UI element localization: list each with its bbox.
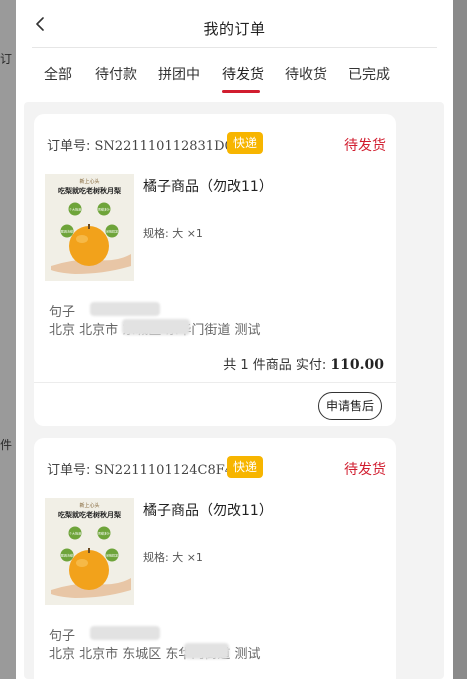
- tab-all[interactable]: 全部: [44, 64, 72, 84]
- image-tag-text: 脆爽清甜: [61, 229, 73, 234]
- image-banner-text: 新上心头: [79, 178, 99, 185]
- image-tag-text: 采摘鲜发: [106, 229, 118, 234]
- tab-pending-payment[interactable]: 待付款: [95, 64, 137, 84]
- order-list: 订单号: SN221110112831D02B 快递 待发货 新上心头 吃梨就吃…: [24, 102, 444, 679]
- apply-after-sales-button[interactable]: 申请售后: [317, 392, 382, 420]
- active-tab-indicator: [222, 90, 260, 93]
- orders-page: 我的订单 全部 待付款 拼团中 待发货 待收货 已完成 订单号: SN22111…: [16, 0, 453, 679]
- background-text-fragment: 件: [0, 438, 13, 452]
- order-summary: 共 1 件商品 实付: 110.00: [223, 354, 384, 373]
- order-number-row: 订单号: SN2211101124C8F420: [47, 459, 250, 478]
- image-tag-text: 脆爽清甜: [61, 553, 73, 558]
- navigation-bar: 我的订单: [16, 0, 453, 48]
- product-name: 橘子商品（勿改11）: [143, 503, 273, 519]
- redacted-phone: [90, 302, 160, 316]
- order-status: 待发货: [344, 138, 386, 154]
- order-summary-text: 共 1 件商品 实付:: [223, 358, 327, 373]
- image-title-text: 吃梨就吃老树秋月梨: [58, 510, 122, 519]
- order-status: 待发货: [344, 462, 386, 478]
- background-text-fragment: 订: [0, 52, 13, 66]
- delivery-badge: 快递: [227, 132, 264, 154]
- product-image[interactable]: 新上心头 吃梨就吃老树秋月梨 个大饱满 香甜多汁 脆爽清甜 采摘鲜发: [45, 174, 134, 281]
- product-image-graphic: 新上心头 吃梨就吃老树秋月梨 个大饱满 香甜多汁 脆爽清甜 采摘鲜发: [45, 498, 134, 605]
- order-number-label: 订单号:: [47, 139, 91, 154]
- image-tag-text: 香甜多汁: [98, 531, 110, 536]
- product-spec: 规格: 大 ×1: [143, 227, 203, 240]
- redacted-address-part: [122, 319, 190, 335]
- image-title-text: 吃梨就吃老树秋月梨: [58, 186, 122, 195]
- product-image-graphic: 新上心头 吃梨就吃老树秋月梨 个大饱满 香甜多汁 脆爽清甜 采摘鲜发: [45, 174, 134, 281]
- order-card[interactable]: 订单号: SN2211101124C8F420 快递 待发货 新上心头 吃梨就吃…: [34, 438, 396, 679]
- product-name: 橘子商品（勿改11）: [143, 179, 273, 195]
- tab-group-buying[interactable]: 拼团中: [158, 64, 200, 84]
- page-title: 我的订单: [203, 20, 266, 38]
- order-number-row: 订单号: SN221110112831D02B: [47, 135, 251, 154]
- image-banner-text: 新上心头: [79, 502, 99, 509]
- redacted-phone: [90, 626, 160, 640]
- image-tag-text: 采摘鲜发: [106, 553, 118, 558]
- tab-completed[interactable]: 已完成: [348, 64, 390, 84]
- image-tag-text: 个大饱满: [69, 207, 81, 212]
- redacted-address-part: [184, 643, 229, 659]
- image-tag-text: 香甜多汁: [98, 207, 110, 212]
- card-divider: [34, 382, 396, 383]
- recipient-name: 句子: [49, 305, 76, 320]
- recipient-name: 句子: [49, 629, 76, 644]
- product-spec: 规格: 大 ×1: [143, 551, 203, 564]
- delivery-badge: 快递: [227, 456, 264, 478]
- product-image[interactable]: 新上心头 吃梨就吃老树秋月梨 个大饱满 香甜多汁 脆爽清甜 采摘鲜发: [45, 498, 134, 605]
- image-tag-text: 个大饱满: [69, 531, 81, 536]
- tab-to-receive[interactable]: 待收货: [285, 64, 327, 84]
- background-page-strip: 订 件: [0, 0, 16, 679]
- order-total: 110.00: [330, 357, 384, 373]
- order-card[interactable]: 订单号: SN221110112831D02B 快递 待发货 新上心头 吃梨就吃…: [34, 114, 396, 426]
- order-number-label: 订单号:: [47, 463, 91, 478]
- tab-to-ship[interactable]: 待发货: [222, 64, 264, 84]
